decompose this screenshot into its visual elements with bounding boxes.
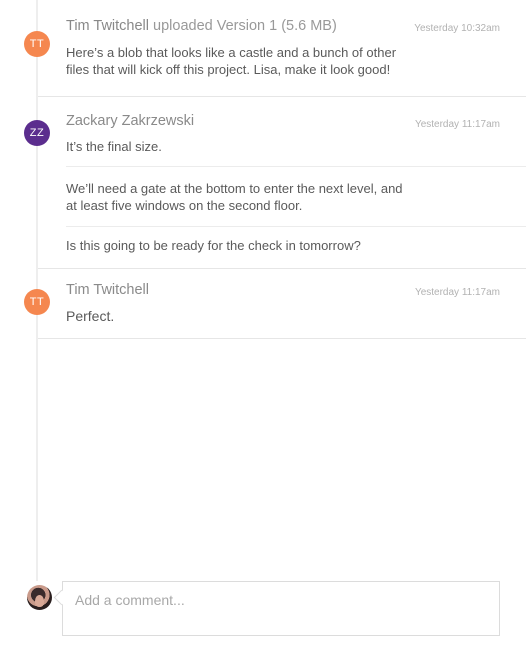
activity-upload: Tim Twitchell uploaded Version 1 (5.6 MB… (38, 0, 526, 97)
activity-comment-group: Tim Twitchell Yesterday 11:17am Perfect. (38, 269, 526, 339)
comment-message: It’s the final size. (66, 138, 162, 155)
activity-author-line: Tim Twitchell uploaded Version 1 (5.6 MB… (66, 18, 337, 34)
text-line: Here’s a blob that looks like a castle a… (66, 45, 397, 60)
comment-message: We’ll need a gate at the bottom to enter… (66, 180, 403, 214)
message-divider (66, 166, 526, 167)
comment-message: Is this going to be ready for the check … (66, 237, 361, 254)
comment-input[interactable] (62, 581, 500, 636)
timestamp: Yesterday 11:17am (414, 287, 500, 298)
current-user-avatar (27, 585, 52, 610)
text-line: files that will kick off this project. L… (66, 62, 391, 77)
timestamp: Yesterday 10:32am (414, 23, 500, 34)
text-line: at least five windows on the second floo… (66, 198, 303, 213)
text-line: Perfect. (66, 308, 115, 324)
upload-action-text: uploaded Version 1 (5.6 MB) (153, 18, 337, 34)
message-divider (66, 226, 526, 227)
activity-comment-group: Zackary Zakrzewski Yesterday 11:17am It’… (38, 97, 526, 269)
text-line: Is this going to be ready for the check … (66, 238, 361, 253)
timestamp: Yesterday 11:17am (414, 119, 500, 130)
upload-description: Here’s a blob that looks like a castle a… (66, 44, 396, 78)
author-name[interactable]: Zackary Zakrzewski (66, 113, 194, 129)
comment-message: Perfect. (66, 308, 114, 325)
text-line: It’s the final size. (66, 139, 162, 154)
author-name[interactable]: Tim Twitchell (66, 18, 149, 34)
author-name[interactable]: Tim Twitchell (66, 282, 149, 298)
text-line: We’ll need a gate at the bottom to enter… (66, 181, 403, 196)
